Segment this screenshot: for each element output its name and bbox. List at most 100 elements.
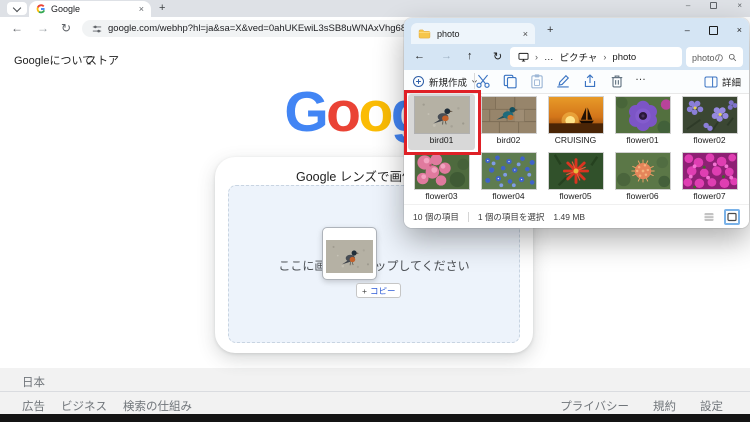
breadcrumb[interactable]: › … ピクチャ › photo — [510, 47, 682, 67]
breadcrumb-photo[interactable]: photo — [612, 52, 636, 63]
thumbnail-view-button[interactable] — [724, 209, 740, 225]
link-store[interactable]: ストア — [86, 52, 119, 68]
share-button[interactable] — [582, 73, 598, 89]
footer-link[interactable]: プライバシー — [560, 398, 629, 414]
new-icon — [412, 75, 425, 88]
chrome-window-controls: – × — [686, 0, 742, 11]
selection-count: 1 個の項目を選択 — [478, 211, 545, 223]
explorer-refresh-button[interactable]: ↻ — [493, 50, 502, 63]
explorer-forward-button[interactable]: → — [441, 50, 452, 62]
explorer-search-box[interactable]: photoの — [686, 47, 743, 67]
rename-button[interactable] — [555, 73, 571, 89]
footer-links-left: 広告ビジネス検索の仕組み — [22, 398, 192, 414]
logo-letter: o — [358, 80, 390, 144]
plus-icon: + — [362, 286, 367, 296]
explorer-up-button[interactable]: ↑ — [467, 50, 473, 62]
footer-divider — [0, 391, 750, 392]
details-pane-button[interactable]: 詳細 — [704, 73, 741, 90]
screen: Google × + – × ← → ↻ google.com/webhp?hl… — [0, 0, 750, 422]
file-thumbnail — [683, 97, 737, 133]
back-button[interactable]: ← — [11, 21, 23, 35]
google-footer: 日本 広告ビジネス検索の仕組み プライバシー 規約 設定 — [0, 368, 750, 414]
file-name: CRUISING — [555, 135, 597, 145]
items-count: 10 個の項目 — [413, 211, 459, 223]
new-label: 新規作成 — [429, 75, 467, 89]
file-item-bird02[interactable]: bird02 — [475, 94, 542, 150]
status-divider — [468, 212, 469, 222]
delete-button[interactable] — [609, 73, 625, 89]
paste-button[interactable] — [529, 73, 545, 89]
copy-button[interactable] — [502, 73, 518, 89]
details-pane-icon — [704, 76, 718, 88]
computer-icon — [518, 52, 529, 62]
chrome-maximize-button[interactable] — [710, 2, 717, 9]
file-item-flower07[interactable]: flower07 — [676, 150, 743, 206]
screen-bottom-edge — [0, 414, 750, 422]
file-item-flower01[interactable]: flower01 — [609, 94, 676, 150]
footer-link[interactable]: 設定 — [700, 398, 723, 414]
tab-close-icon[interactable]: × — [139, 4, 144, 14]
footer-links-right: プライバシー 規約 設定 — [560, 398, 723, 414]
tab-search-button[interactable] — [7, 2, 27, 15]
explorer-statusbar: 10 個の項目 1 個の項目を選択 1.49 MB — [404, 204, 749, 228]
file-thumbnail — [549, 97, 603, 133]
details-label: 詳細 — [722, 75, 741, 89]
chevron-down-icon — [13, 3, 21, 11]
explorer-tabbar: photo × + – × — [404, 18, 749, 44]
explorer-maximize-button[interactable] — [709, 26, 718, 35]
selection-size: 1.49 MB — [553, 212, 585, 222]
file-thumbnail — [616, 97, 670, 133]
file-thumbnail — [683, 153, 737, 189]
explorer-window-controls: – × — [685, 21, 742, 39]
explorer-tab-photo[interactable]: photo × — [411, 23, 535, 44]
file-item-flower04[interactable]: flower04 — [475, 150, 542, 206]
chrome-minimize-button[interactable]: – — [686, 1, 690, 10]
footer-link[interactable]: 広告 — [22, 398, 45, 414]
file-name: flower01 — [626, 135, 658, 145]
reload-button[interactable]: ↻ — [61, 21, 71, 35]
google-favicon-icon — [36, 4, 46, 14]
tab-close-icon[interactable]: × — [523, 29, 528, 39]
explorer-new-tab-button[interactable]: + — [547, 24, 553, 36]
chevron-right-icon: › — [603, 52, 606, 62]
explorer-close-button[interactable]: × — [737, 25, 742, 35]
new-item-button[interactable]: 新規作成 — [412, 73, 478, 90]
chrome-tabstrip: Google × + – × — [0, 0, 750, 17]
footer-link[interactable]: 検索の仕組み — [123, 398, 192, 414]
footer-link[interactable]: 規約 — [653, 398, 676, 414]
file-name: bird02 — [497, 135, 521, 145]
explorer-back-button[interactable]: ← — [414, 50, 425, 62]
search-icon — [728, 53, 737, 62]
breadcrumb-pictures[interactable]: ピクチャ — [560, 50, 598, 64]
footer-link[interactable]: ビジネス — [61, 398, 107, 414]
file-name: flower04 — [492, 191, 524, 201]
file-name: flower02 — [693, 135, 725, 145]
drag-copy-badge: + コピー — [356, 283, 401, 298]
site-settings-icon[interactable] — [92, 24, 102, 34]
cut-button[interactable] — [475, 73, 491, 89]
file-name: flower05 — [559, 191, 591, 201]
annotation-highlight-bird01 — [404, 90, 481, 155]
file-item-flower06[interactable]: flower06 — [609, 150, 676, 206]
file-item-flower02[interactable]: flower02 — [676, 94, 743, 150]
chevron-right-icon: › — [535, 52, 538, 62]
forward-button[interactable]: → — [37, 21, 49, 35]
file-item-flower03[interactable]: flower03 — [408, 150, 475, 206]
file-thumbnail — [482, 153, 536, 189]
file-thumbnail — [616, 153, 670, 189]
file-item-flower05[interactable]: flower05 — [542, 150, 609, 206]
link-about-google[interactable]: Googleについて — [14, 52, 93, 68]
file-item-CRUISING[interactable]: CRUISING — [542, 94, 609, 150]
file-name: flower06 — [626, 191, 658, 201]
details-view-button[interactable] — [703, 211, 715, 223]
explorer-minimize-button[interactable]: – — [685, 25, 690, 35]
folder-icon — [418, 29, 431, 39]
breadcrumb-ellipsis[interactable]: … — [544, 52, 554, 63]
browser-tab-google[interactable]: Google × — [29, 1, 151, 17]
logo-letter: o — [326, 80, 358, 144]
chrome-close-button[interactable]: × — [737, 1, 742, 10]
more-options-button[interactable]: … — [635, 71, 646, 87]
footer-region: 日本 — [22, 374, 45, 390]
tab-title: Google — [51, 4, 134, 14]
new-tab-button[interactable]: + — [159, 2, 165, 14]
